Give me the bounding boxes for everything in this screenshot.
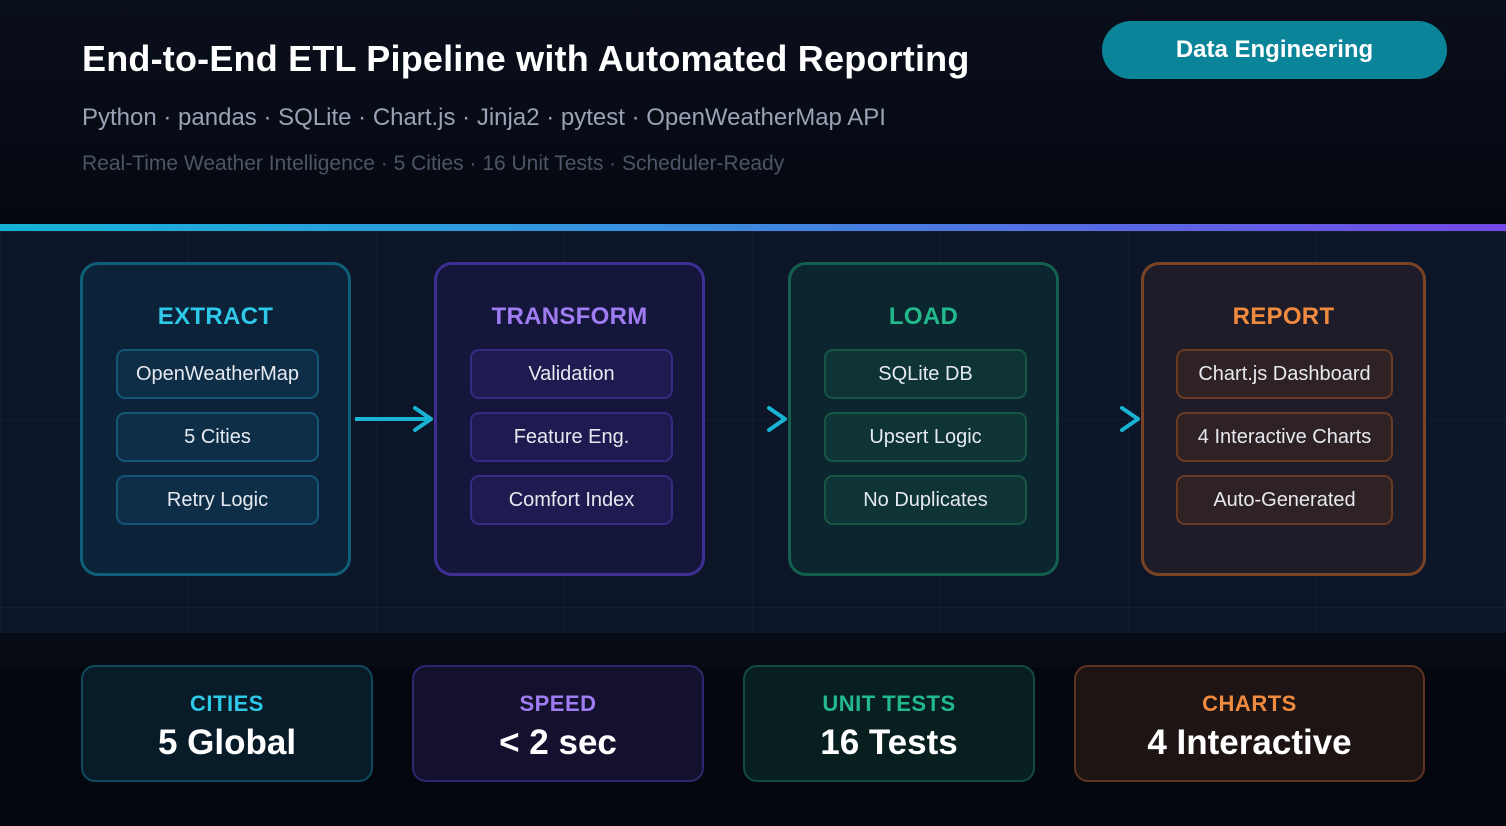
- section-separator: [0, 633, 1506, 667]
- stat-value: < 2 sec: [499, 723, 617, 762]
- header: End-to-End ETL Pipeline with Automated R…: [0, 0, 1506, 225]
- stage-item: Comfort Index: [470, 475, 673, 525]
- stage-item: OpenWeatherMap: [116, 349, 319, 399]
- stat-card-speed: SPEED < 2 sec: [412, 665, 704, 782]
- stat-label: UNIT TESTS: [822, 691, 956, 716]
- stage-item: Validation: [470, 349, 673, 399]
- project-tagline: Real-Time Weather Intelligence · 5 Citie…: [82, 152, 785, 175]
- stage-item: Retry Logic: [116, 475, 319, 525]
- gradient-divider: [0, 224, 1506, 231]
- stage-title: EXTRACT: [157, 303, 274, 330]
- stage-item: Chart.js Dashboard: [1176, 349, 1393, 399]
- stat-label: CHARTS: [1202, 691, 1297, 716]
- stage-item: 4 Interactive Charts: [1176, 412, 1393, 462]
- stat-card-cities: CITIES 5 Global: [81, 665, 373, 782]
- stage-item: 5 Cities: [116, 412, 319, 462]
- stage-load: LOAD SQLite DB Upsert Logic No Duplicate…: [788, 262, 1059, 576]
- stat-value: 5 Global: [157, 723, 297, 762]
- stat-label: CITIES: [190, 691, 264, 716]
- stage-title: LOAD: [888, 303, 959, 330]
- stage-report: REPORT Chart.js Dashboard 4 Interactive …: [1141, 262, 1426, 576]
- stat-value: 4 Interactive: [1147, 723, 1352, 762]
- stage-title: TRANSFORM: [491, 303, 648, 330]
- stage-title: REPORT: [1232, 303, 1335, 330]
- stage-item: Auto-Generated: [1176, 475, 1393, 525]
- page-title: End-to-End ETL Pipeline with Automated R…: [82, 38, 970, 79]
- stage-item: No Duplicates: [824, 475, 1027, 525]
- arrow-right-icon: [1062, 406, 1140, 432]
- arrow-right-icon: [355, 406, 433, 432]
- stat-card-unit-tests: UNIT TESTS 16 Tests: [743, 665, 1035, 782]
- category-badge: Data Engineering: [1102, 21, 1447, 79]
- tech-stack-subtitle: Python · pandas · SQLite · Chart.js · Ji…: [82, 104, 886, 131]
- stage-item: Feature Eng.: [470, 412, 673, 462]
- stage-transform: TRANSFORM Validation Feature Eng. Comfor…: [434, 262, 705, 576]
- stage-extract: EXTRACT OpenWeatherMap 5 Cities Retry Lo…: [80, 262, 351, 576]
- stat-card-charts: CHARTS 4 Interactive: [1074, 665, 1425, 782]
- stage-item: Upsert Logic: [824, 412, 1027, 462]
- stat-label: SPEED: [519, 691, 597, 716]
- stage-item: SQLite DB: [824, 349, 1027, 399]
- arrow-right-icon: [709, 406, 787, 432]
- stat-value: 16 Tests: [820, 723, 958, 762]
